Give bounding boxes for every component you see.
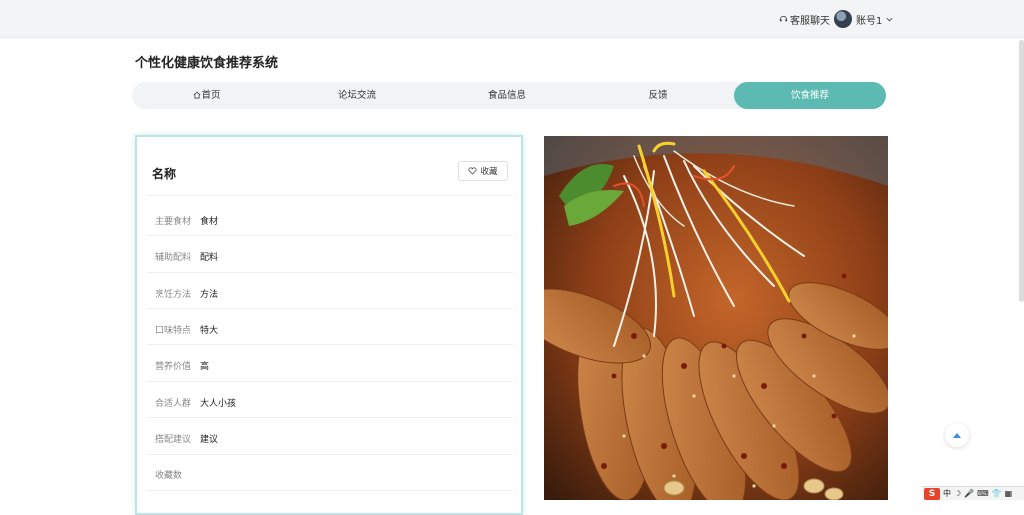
nav-label-diet-recommend: 饮食推荐 [790, 90, 829, 101]
field-value: 高 [200, 362, 210, 372]
main-nav: 首页 论坛交流 食品信息 反馈 饮食推荐 [132, 82, 886, 109]
divider [147, 272, 513, 273]
field-row-main-ingredient: 主要食材 食材 [155, 214, 218, 227]
field-row-nutrition: 营养价值 高 [155, 359, 209, 372]
field-value: 食材 [200, 217, 219, 227]
field-row-favorites-count: 收藏数 [155, 468, 200, 481]
field-label: 主要食材 [155, 217, 192, 227]
field-row-pairing: 搭配建议 建议 [155, 432, 218, 445]
field-value: 大人小孩 [200, 399, 237, 409]
page-scrollbar[interactable] [1019, 40, 1024, 302]
favorite-button[interactable]: 收藏 [458, 161, 508, 181]
heart-icon [468, 167, 477, 175]
field-row-auxiliary: 辅助配料 配料 [155, 250, 218, 263]
back-to-top-button[interactable] [945, 423, 969, 447]
moon-icon[interactable]: ☽ [954, 489, 961, 498]
chat-label: 客服聊天 [790, 16, 830, 27]
field-value: 建议 [200, 435, 219, 445]
food-detail-card: 名称 收藏 主要食材 食材 辅助配料 配料 烹饪方法 方法 口味特点 特大 营养… [135, 135, 523, 515]
divider [147, 195, 513, 196]
keyboard-icon[interactable]: ⌨ [977, 489, 989, 498]
chevron-down-icon [886, 17, 893, 22]
divider [147, 417, 513, 418]
site-title: 个性化健康饮食推荐系统 [135, 56, 279, 71]
food-name: 名称 [152, 167, 177, 181]
field-label: 烹饪方法 [155, 290, 192, 300]
divider [147, 490, 513, 491]
divider [147, 308, 513, 309]
divider [147, 344, 513, 345]
account-label: 账号1 [856, 15, 883, 27]
nav-item-feedback[interactable]: 反馈 [582, 82, 734, 109]
field-label: 营养价值 [155, 362, 192, 372]
nav-label-food-info: 食品信息 [487, 90, 526, 101]
customer-service-chat-link[interactable]: 客服聊天 [779, 12, 830, 27]
shirt-icon[interactable]: 👕 [992, 489, 1002, 498]
ime-toolbar: S 中 ☽ 🎤 ⌨ 👕 ▦ [922, 486, 1024, 500]
field-row-cooking-method: 烹饪方法 方法 [155, 287, 218, 300]
nav-item-diet-recommend[interactable]: 饮食推荐 [734, 82, 886, 109]
account-menu[interactable]: 账号1 [834, 10, 893, 28]
avatar [834, 10, 852, 28]
field-label: 口味特点 [155, 326, 192, 336]
field-value: 特大 [200, 326, 219, 336]
sogou-logo-icon: S [924, 487, 940, 500]
chat-icon [779, 15, 788, 22]
top-bar: 客服聊天 账号1 [0, 0, 1024, 38]
divider [147, 381, 513, 382]
field-label: 合适人群 [155, 399, 192, 409]
nav-item-home[interactable]: 首页 [132, 82, 282, 109]
grid-icon[interactable]: ▦ [1005, 489, 1013, 498]
caret-up-icon [953, 433, 961, 438]
nav-label-forum: 论坛交流 [337, 90, 376, 101]
nav-item-food-info[interactable]: 食品信息 [432, 82, 582, 109]
food-image [544, 136, 888, 500]
mic-icon[interactable]: 🎤 [964, 489, 974, 498]
divider [147, 235, 513, 236]
field-value: 方法 [200, 290, 219, 300]
food-illustration [544, 136, 888, 500]
field-label: 辅助配料 [155, 253, 192, 263]
field-value: 配料 [200, 253, 219, 263]
field-label: 收藏数 [155, 471, 183, 481]
nav-item-forum[interactable]: 论坛交流 [282, 82, 432, 109]
favorite-label: 收藏 [480, 167, 498, 177]
field-label: 搭配建议 [155, 435, 192, 445]
field-row-taste: 口味特点 特大 [155, 323, 218, 336]
ime-mode[interactable]: 中 [943, 488, 951, 499]
divider [147, 454, 513, 455]
nav-label-home: 首页 [201, 90, 221, 101]
field-row-suitable-people: 合适人群 大人小孩 [155, 396, 236, 409]
nav-label-feedback: 反馈 [648, 90, 668, 101]
